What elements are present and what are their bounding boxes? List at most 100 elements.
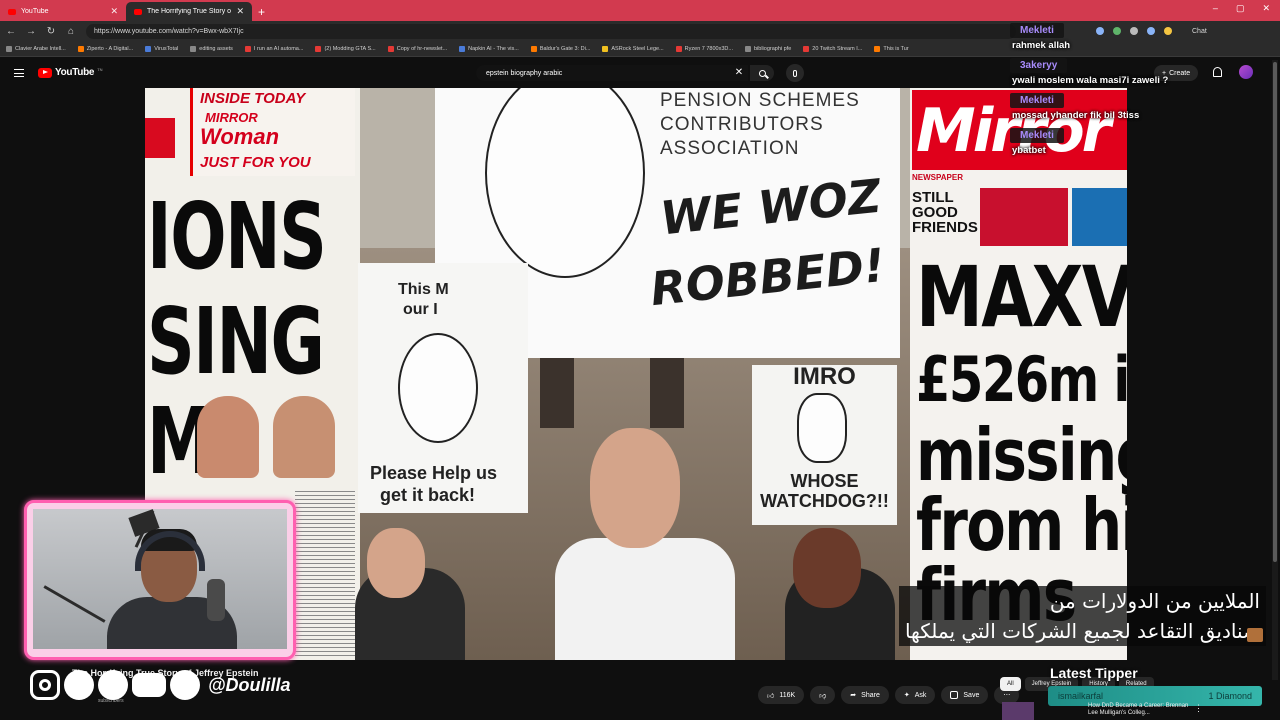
tab-close-icon[interactable]: ✕ [236, 6, 244, 17]
tab-youtube[interactable]: YouTube ✕ [0, 2, 126, 21]
chip-all[interactable]: All [1000, 677, 1021, 691]
youtube-favicon-icon [134, 8, 142, 15]
bookmark-item[interactable]: Baldur's Gate 3: Di... [530, 45, 590, 52]
ask-button[interactable]: ✦ Ask [894, 686, 936, 704]
chat-username: 3akeryy [1010, 58, 1068, 73]
logo-country: TN [97, 67, 103, 72]
bookmark-label: bibliographi pfe [753, 45, 792, 52]
clear-search-icon[interactable]: ✕ [733, 65, 745, 81]
tab-close-icon[interactable]: ✕ [110, 6, 118, 17]
chat-text: rahmek allah [1012, 40, 1071, 51]
search-input[interactable]: epstein biography arabic [476, 65, 748, 81]
asrock-icon [602, 45, 609, 52]
youtube-icon [315, 45, 322, 52]
search-icon [758, 69, 766, 77]
minimize-icon[interactable]: – [1213, 3, 1218, 14]
bookmark-item[interactable]: editing assets [190, 45, 233, 52]
bookmark-label: Clavier Arabe Intell... [15, 45, 66, 52]
sparkle-icon: ✦ [903, 692, 910, 699]
back-icon[interactable]: ← [6, 26, 16, 37]
webcam-frame [24, 500, 296, 660]
newspaper-photo [273, 396, 335, 478]
bookmark-item[interactable]: This is Tur [874, 45, 909, 52]
sign-text: IMRO [793, 363, 856, 390]
bookmark-label: I run an AI automa... [253, 45, 304, 52]
bookmark-item[interactable]: Napkin AI - The vis... [459, 45, 519, 52]
forward-icon[interactable]: → [26, 26, 36, 37]
thumbs-up-icon: 👍︎ [767, 692, 775, 700]
like-button[interactable]: 👍︎ 116K [758, 686, 805, 704]
maximize-icon[interactable]: ▢ [1236, 3, 1245, 14]
newspaper-headline: MAXV [916, 248, 1127, 346]
newspaper-photo [1072, 188, 1127, 246]
newspaper-photo [197, 396, 259, 478]
new-tab-button[interactable]: + [258, 2, 265, 21]
url-field[interactable]: https://www.youtube.com/watch?v=Bwx-wbX7… [86, 23, 1016, 39]
bookmark-label: Napkin AI - The vis... [468, 45, 519, 52]
sign-text: Please Help us [370, 463, 498, 483]
bookmark-item[interactable]: Ziperto - A Digital... [77, 45, 134, 52]
youtube-icon [132, 673, 166, 697]
youtube-play-icon [38, 67, 52, 78]
scrollbar-thumb[interactable] [1273, 62, 1277, 562]
recommended-thumbnail[interactable] [1002, 702, 1034, 720]
logo-text: YouTube [55, 67, 95, 78]
bookmark-item[interactable]: 20 Twitch Stream I... [803, 45, 862, 52]
share-label: Share [861, 691, 880, 699]
sign-slogan: ROBBED! [647, 237, 888, 317]
tiktok-icon [64, 670, 94, 700]
bookmark-item[interactable]: VirusTotal [145, 45, 178, 52]
masthead-text: MIRROR [205, 110, 258, 125]
bookmark-label: Copy of hr-newslet... [396, 45, 448, 52]
webcam-feed [33, 509, 287, 649]
protest-sign-right: IMRO WHOSE WATCHDOG?!! [752, 363, 897, 525]
arabic-subtitles: الملايين من الدولارات من صناديق التقاعد … [898, 586, 1266, 646]
dislike-button[interactable]: 👎︎ [810, 686, 836, 704]
protester-head [793, 528, 861, 608]
chat-message: Mekleti mossad yhander fik bil 3tiss [1010, 90, 1270, 123]
close-window-icon[interactable]: ✕ [1262, 3, 1270, 14]
overlay-badge-icon [1247, 628, 1263, 642]
sketch-portrait [398, 333, 478, 443]
tipper-name: ismailkarfal [1058, 691, 1104, 701]
kick-icon [98, 670, 128, 700]
save-label: Save [963, 691, 980, 699]
share-button[interactable]: ➦ Share [841, 686, 889, 704]
bookmark-item[interactable]: Clavier Arabe Intell... [6, 45, 66, 52]
recommended-title[interactable]: How DnD Became a Career: Brennan Lee Mul… [1088, 703, 1198, 717]
napkin-icon [459, 45, 466, 52]
sign-text: ASSOCIATION [660, 138, 800, 159]
bookmark-label: Ziperto - A Digital... [86, 45, 134, 52]
chat-message: 3akeryy ywali moslem wala masi7i zaweli ? [1010, 55, 1270, 88]
chat-username: Mekleti [1010, 23, 1064, 38]
search-button[interactable] [750, 65, 774, 81]
bookmark-item[interactable]: I run an AI automa... [244, 45, 304, 52]
bookmark-item[interactable]: (2) Modding GTA S... [315, 45, 376, 52]
menu-icon[interactable] [14, 69, 24, 77]
site-icon [77, 45, 84, 52]
bookmark-item[interactable]: ASRock Steel Lege... [602, 45, 664, 52]
save-button[interactable]: Save [941, 686, 989, 704]
bookmark-item[interactable]: Ryzen 7 7800x3D... [675, 45, 733, 52]
bookmark-item[interactable]: Copy of hr-newslet... [387, 45, 448, 52]
youtube-logo[interactable]: YouTube TN [38, 67, 103, 78]
reload-icon[interactable]: ↻ [46, 26, 56, 37]
share-icon: ➦ [850, 692, 857, 699]
video-actions: 👍︎ 116K 👎︎ ➦ Share ✦ Ask Save ⋯ [758, 686, 1020, 704]
microphone [207, 579, 225, 621]
subtitle-line: صناديق التقاعد لجميع الشركات التي يملكها [898, 616, 1266, 646]
sign-text: WHOSE [790, 471, 859, 491]
protest-sign-left: This M our I Please Help us get it back! [358, 263, 528, 513]
bookmark-item[interactable]: bibliographi pfe [744, 45, 792, 52]
recommended-menu-icon[interactable]: ⋮ [1194, 703, 1203, 714]
masthead-text: JUST FOR YOU [200, 154, 311, 171]
social-handles: @Doulilla [30, 668, 291, 702]
bookmark-label: editing assets [199, 45, 233, 52]
home-icon[interactable]: ⌂ [66, 26, 76, 37]
virustotal-icon [145, 45, 152, 52]
sign-slogan: WE WOZ [657, 168, 884, 246]
tab-video[interactable]: The Horrifying True Story of Je ✕ [126, 2, 252, 21]
more-icon: ⋯ [1003, 692, 1011, 699]
bookmark-label: (2) Modding GTA S... [324, 45, 376, 52]
voice-search-button[interactable] [786, 64, 804, 82]
